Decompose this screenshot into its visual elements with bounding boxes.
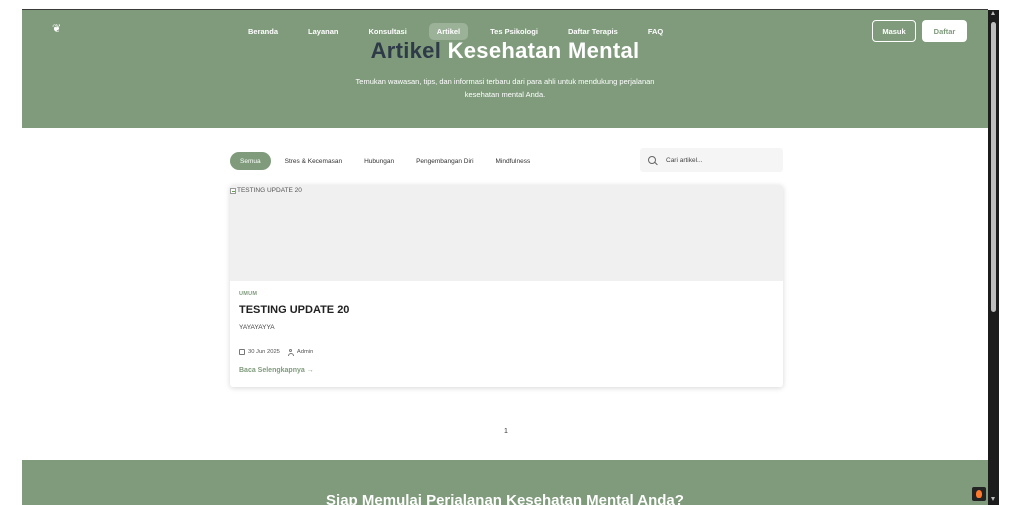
- extension-badge[interactable]: [972, 487, 986, 501]
- nav-item-layanan[interactable]: Layanan: [308, 23, 338, 40]
- calendar-icon: [239, 349, 245, 355]
- scroll-up-arrow-icon[interactable]: [991, 11, 995, 15]
- broken-image-placeholder: TESTING UPDATE 20: [230, 187, 302, 194]
- article-card[interactable]: TESTING UPDATE 20 UMUM TESTING UPDATE 20…: [230, 185, 783, 387]
- search-icon: [648, 156, 656, 164]
- nav-item-konsultasi[interactable]: Konsultasi: [368, 23, 406, 40]
- nav-item-beranda[interactable]: Beranda: [248, 23, 278, 40]
- cta-section: Siap Memulai Perjalanan Kesehatan Mental…: [22, 460, 988, 505]
- filter-pengembangan-diri[interactable]: Pengembangan Diri: [408, 152, 481, 170]
- read-more-link[interactable]: Baca Selengkapnya →: [239, 367, 314, 374]
- nav-item-faq[interactable]: FAQ: [648, 23, 663, 40]
- article-category: UMUM: [239, 291, 258, 297]
- page-title-light: Kesehatan Mental: [447, 38, 640, 63]
- page-scrollbar[interactable]: [988, 10, 999, 505]
- filter-hubungan[interactable]: Hubungan: [356, 152, 402, 170]
- article-image-alt: TESTING UPDATE 20: [237, 187, 302, 194]
- article-meta: 30 Jun 2025 Admin: [239, 349, 314, 356]
- pagination-page-1[interactable]: 1: [500, 428, 512, 435]
- search-box: [640, 148, 783, 172]
- nav-item-daftar-terapis[interactable]: Daftar Terapis: [568, 23, 618, 40]
- article-excerpt: YAYAYAYYA: [239, 324, 275, 331]
- filter-semua[interactable]: Semua: [230, 152, 271, 170]
- broken-image-icon: [230, 187, 236, 194]
- filter-stres-kecemasan[interactable]: Stres & Kecemasan: [277, 152, 350, 170]
- hero-header: ❦ Beranda Layanan Konsultasi Artikel Tes…: [22, 10, 988, 128]
- filter-mindfulness[interactable]: Mindfulness: [488, 152, 539, 170]
- article-title[interactable]: TESTING UPDATE 20: [239, 304, 349, 316]
- nav-item-tes-psikologi[interactable]: Tes Psikologi: [490, 23, 538, 40]
- category-filters: Semua Stres & Kecemasan Hubungan Pengemb…: [230, 151, 544, 171]
- page-title-dark: Artikel: [370, 38, 442, 63]
- search-input[interactable]: [666, 156, 776, 164]
- page-title: Artikel Kesehatan Mental: [22, 38, 988, 64]
- article-image[interactable]: TESTING UPDATE 20: [230, 185, 783, 281]
- fire-icon: [976, 490, 982, 498]
- nav-item-artikel[interactable]: Artikel: [428, 22, 469, 40]
- user-icon: [287, 349, 294, 356]
- article-date: 30 Jun 2025: [248, 349, 280, 355]
- scroll-down-arrow-icon[interactable]: [991, 497, 995, 501]
- window-right-margin: [999, 0, 1018, 505]
- page-subtitle: Temukan wawasan, tips, dan informasi ter…: [355, 77, 655, 99]
- window-left-margin: [0, 0, 22, 505]
- window-top-margin: [0, 0, 1018, 9]
- article-author: Admin: [296, 349, 314, 355]
- lotus-icon[interactable]: ❦: [52, 24, 64, 35]
- cta-title: Siap Memulai Perjalanan Kesehatan Mental…: [326, 492, 684, 505]
- scrollbar-thumb[interactable]: [991, 22, 996, 312]
